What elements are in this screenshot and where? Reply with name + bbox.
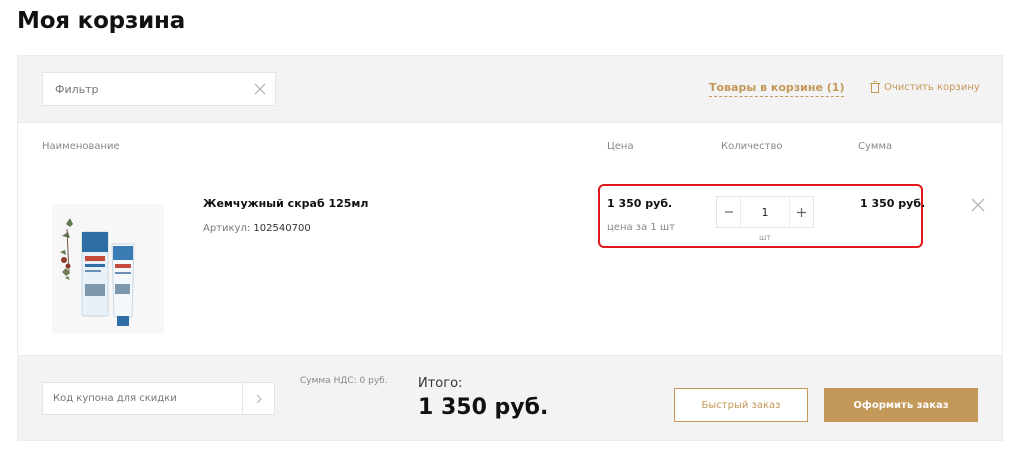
product-sku-value: 102540700 (253, 223, 311, 234)
coupon-input[interactable] (43, 383, 243, 414)
vat-amount: Сумма НДС: 0 руб. (300, 376, 388, 386)
coupon-field[interactable] (42, 382, 275, 415)
remove-item-icon[interactable] (970, 197, 986, 213)
filter-input[interactable] (43, 73, 243, 105)
quantity-increase-button[interactable] (789, 197, 813, 227)
cart-panel: Товары в корзине (1) Очистить корзину На… (17, 55, 1003, 441)
product-sku-label: Артикул: (203, 223, 251, 234)
quick-order-button[interactable]: Быстрый заказ (674, 388, 808, 422)
filter-field[interactable] (42, 72, 276, 106)
minus-icon (724, 211, 733, 213)
page-title: Моя корзина (17, 8, 186, 34)
column-header-price: Цена (607, 141, 634, 152)
coupon-apply-button[interactable] (242, 383, 274, 414)
total-label: Итого: (418, 376, 463, 391)
quantity-stepper: 1 (716, 196, 814, 228)
clear-cart-label: Очистить корзину (884, 81, 980, 93)
quantity-input[interactable]: 1 (741, 197, 789, 227)
cart-footer: Сумма НДС: 0 руб. Итого: 1 350 руб. Быст… (18, 355, 1002, 440)
clear-cart-button[interactable]: Очистить корзину (870, 81, 980, 93)
product-name[interactable]: Жемчужный скраб 125мл (203, 197, 368, 210)
quantity-unit: шт (759, 233, 771, 242)
quantity-decrease-button[interactable] (717, 197, 741, 227)
column-header-name: Наименование (42, 141, 120, 152)
chevron-right-icon (256, 394, 262, 403)
product-sku: Артикул: 102540700 (203, 223, 311, 234)
product-price: 1 350 руб. (607, 197, 673, 210)
cart-toolbar: Товары в корзине (1) Очистить корзину (18, 56, 1002, 123)
column-header-sum: Сумма (858, 141, 893, 152)
plus-icon (797, 207, 806, 217)
checkout-button[interactable]: Оформить заказ (824, 388, 978, 422)
total-value: 1 350 руб. (418, 395, 549, 420)
product-sum: 1 350 руб. (860, 197, 926, 210)
product-image[interactable] (52, 204, 164, 334)
close-icon[interactable] (253, 82, 267, 96)
tab-cart-items[interactable]: Товары в корзине (1) (709, 81, 845, 97)
column-header-quantity: Количество (721, 141, 783, 152)
price-note: цена за 1 шт (607, 222, 675, 233)
trash-icon (870, 81, 880, 93)
